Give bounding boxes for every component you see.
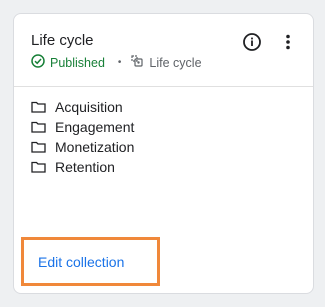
list-item-label: Retention <box>55 159 115 175</box>
check-circle-icon <box>31 54 45 71</box>
info-icon[interactable] <box>241 31 263 53</box>
list-item[interactable]: Engagement <box>31 117 134 137</box>
folder-icon <box>31 100 47 114</box>
meta-row: Published • Life cycle <box>31 54 202 71</box>
card-header: Life cycle Published • Life cycle <box>14 14 313 87</box>
status-badge: Published <box>31 54 105 71</box>
list-item[interactable]: Retention <box>31 157 134 177</box>
card-title: Life cycle <box>31 32 94 49</box>
list-item-label: Monetization <box>55 139 135 155</box>
collection-list: Acquisition Engagement Monetization Rete… <box>31 97 134 177</box>
edit-collection-highlight: Edit collection <box>21 237 160 286</box>
more-vert-icon[interactable] <box>277 31 299 53</box>
list-item-label: Engagement <box>55 119 135 135</box>
separator-dot: • <box>117 57 122 68</box>
folder-icon <box>31 140 47 154</box>
collection-type: Life cycle <box>131 54 202 71</box>
header-actions <box>241 31 299 53</box>
edit-collection-link[interactable]: Edit collection <box>38 254 124 270</box>
list-item-label: Acquisition <box>55 99 123 115</box>
status-label: Published <box>50 55 105 70</box>
collection-icon <box>131 54 144 71</box>
folder-icon <box>31 160 47 174</box>
collection-type-label: Life cycle <box>149 55 202 70</box>
folder-icon <box>31 120 47 134</box>
list-item[interactable]: Monetization <box>31 137 134 157</box>
list-item[interactable]: Acquisition <box>31 97 134 117</box>
